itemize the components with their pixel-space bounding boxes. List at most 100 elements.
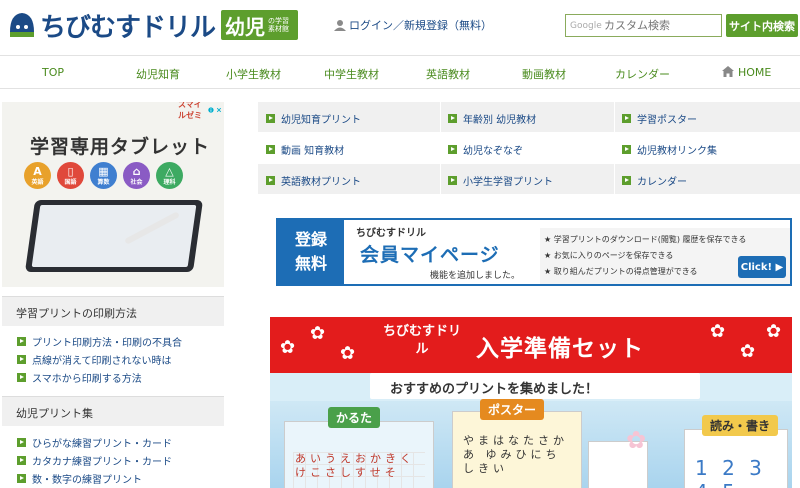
subject-math-label: 算数 <box>97 178 110 186</box>
arrow-icon <box>266 114 275 123</box>
sidebar-link-label: 数・数字の練習プリント <box>32 475 142 486</box>
grid-row: 動画 知育教材 幼児なぞなぞ 幼児教材リンク集 <box>258 133 800 163</box>
sidebar-link-print-method[interactable]: プリント印刷方法・印刷の不具合 <box>17 334 182 349</box>
sakura-icon: ✿ <box>280 337 296 358</box>
numbers-preview: 1 2 3 4 5 <box>695 456 766 488</box>
infant-print-section: 幼児プリント集 <box>2 396 224 426</box>
sakura-icon: ✿ <box>766 321 782 342</box>
grid-divider <box>440 102 441 194</box>
grid-link[interactable]: 英語教材プリント <box>266 173 361 188</box>
grid-link[interactable]: 学習ポスター <box>622 111 697 126</box>
grid-link-label: カレンダー <box>637 177 687 188</box>
subject-social-label: 社会 <box>130 178 143 186</box>
home-icon <box>722 66 734 77</box>
arrow-icon <box>17 373 26 382</box>
tag-reading-writing: 読み・書き <box>702 415 779 436</box>
sidebar-link-label: ひらがな練習プリント・カード <box>32 439 172 450</box>
banner-subtitle: おすすめのプリントを集めました！ <box>390 382 599 397</box>
arrow-icon <box>17 456 26 465</box>
subject-english-label: 英語 <box>31 178 44 186</box>
header: ちびむすドリル 幼児 の学習素材館 ログイン／新規登録（無料） Google サ… <box>0 0 800 50</box>
site-search-button[interactable]: サイト内検索 <box>726 14 798 37</box>
grid-link-label: 動画 知育教材 <box>281 146 345 157</box>
arrow-icon <box>17 474 26 483</box>
sidebar-link-label: カタカナ練習プリント・カード <box>32 457 172 468</box>
arrow-icon <box>266 145 275 154</box>
nav-item-junior-high[interactable]: 中学生教材 <box>324 66 379 82</box>
arrow-icon <box>17 355 26 364</box>
nav-item-infant[interactable]: 幼児知育 <box>136 66 180 82</box>
arrow-icon <box>622 114 631 123</box>
subject-social: ⌂ 社会 <box>123 162 150 189</box>
sidebar-link-hiragana[interactable]: ひらがな練習プリント・カード <box>17 435 172 450</box>
free-registration-text: 登録無料 <box>294 230 327 273</box>
sidebar-link-label: スマホから印刷する方法 <box>32 374 142 385</box>
arrow-icon <box>17 337 26 346</box>
banner-brand-text: ちびむすドリル <box>382 324 461 357</box>
grid-link[interactable]: 年齢別 幼児教材 <box>448 111 536 126</box>
member-feature: ★ 取り組んだプリントの得点管理ができる <box>544 267 698 276</box>
site-logo[interactable]: ちびむすドリル 幼児 の学習素材館 <box>6 8 299 43</box>
sidebar-link-label: 点線が消えて印刷されない時は <box>32 356 172 367</box>
arrow-icon <box>17 438 26 447</box>
sidebar-link-katakana[interactable]: カタカナ練習プリント・カード <box>17 453 172 468</box>
nav-item-elementary[interactable]: 小学生教材 <box>226 66 281 82</box>
grid-link[interactable]: カレンダー <box>622 173 687 188</box>
nav-home-label: HOME <box>738 66 772 79</box>
sidebar-link-smartphone[interactable]: スマホから印刷する方法 <box>17 370 142 385</box>
member-feature: ★ 学習プリントのダウンロード(閲覧) 履歴を保存できる <box>544 235 747 244</box>
category-link-grid: 幼児知育プリント 年齢別 幼児教材 学習ポスター 動画 知育教材 幼児なぞなぞ … <box>258 102 800 194</box>
tablet-ad[interactable]: スマイルゼミ 学習専用タブレット A 英語 ▯ 国語 ▦ 算数 ⌂ 社会 △ 理科 <box>2 102 224 287</box>
nav-item-home[interactable]: HOME <box>722 66 771 79</box>
login-text: ログイン／新規登録（無料） <box>349 19 492 32</box>
arrow-icon <box>448 114 457 123</box>
grid-link-label: 幼児なぞなぞ <box>463 146 523 157</box>
search-field[interactable]: Google <box>565 14 722 37</box>
sidebar-link-dotted-lines[interactable]: 点線が消えて印刷されない時は <box>17 352 172 367</box>
nav-item-english[interactable]: 英語教材 <box>426 66 470 82</box>
mascot-logo-icon <box>10 13 34 37</box>
school-prep-banner[interactable]: ✿ ✿ ✿ ✿ ✿ ✿ ちびむすドリル 入学準備セット おすすめのプリントを集め… <box>270 317 792 488</box>
grid-link[interactable]: 幼児なぞなぞ <box>448 142 523 157</box>
member-feature: ★ お気に入りのページを保存できる <box>544 251 674 260</box>
grid-link-label: 年齢別 幼児教材 <box>463 115 537 126</box>
grid-link-label: 学習ポスター <box>637 115 697 126</box>
nav-item-calendar[interactable]: カレンダー <box>615 66 670 82</box>
ad-title: 学習専用タブレット <box>30 136 211 158</box>
karuta-card: あいうえおかきくけこさしすせそ <box>284 421 434 488</box>
logo-badge-sub: の学習素材館 <box>268 17 290 33</box>
subject-science-glyph: △ <box>165 164 174 178</box>
grid-link[interactable]: 幼児知育プリント <box>266 111 361 126</box>
grid-link[interactable]: 小学生学習プリント <box>448 173 553 188</box>
banner-preview-area: あいうえおかきくけこさしすせそ かるた やまはなたさかあ ゆみひにちしきい ポス… <box>270 399 792 488</box>
grid-link[interactable]: 動画 知育教材 <box>266 142 344 157</box>
sakura-icon: ✿ <box>340 343 356 364</box>
login-link[interactable]: ログイン／新規登録（無料） <box>334 17 492 33</box>
search-input[interactable] <box>604 19 714 32</box>
search-brand: Google <box>570 20 602 31</box>
arrow-icon <box>622 145 631 154</box>
member-title-block: ちびむすドリル 会員マイページ 機能を追加しました。 <box>348 220 536 284</box>
ad-info-icon[interactable] <box>208 105 214 115</box>
sakura-icon: ✿ <box>310 323 326 344</box>
grid-row: 幼児知育プリント 年齢別 幼児教材 学習ポスター <box>258 102 800 132</box>
infant-print-title: 幼児プリント集 <box>16 407 93 420</box>
print-howto-title: 学習プリントの印刷方法 <box>16 307 137 320</box>
user-icon <box>334 20 346 31</box>
subject-japanese: ▯ 国語 <box>57 162 84 189</box>
sakura-icon: ✿ <box>710 321 726 342</box>
nav-item-top[interactable]: TOP <box>42 66 64 79</box>
nav-item-video[interactable]: 動画教材 <box>522 66 566 82</box>
free-registration-label: 登録無料 <box>278 220 344 284</box>
member-click-button[interactable]: Click! ▶ <box>738 256 786 278</box>
sidebar-link-numbers[interactable]: 数・数字の練習プリント <box>17 471 142 486</box>
ad-close-icon[interactable] <box>216 105 222 115</box>
subject-english: A 英語 <box>24 162 51 189</box>
grid-link[interactable]: 幼児教材リンク集 <box>622 142 717 157</box>
subject-science: △ 理科 <box>156 162 183 189</box>
logo-badge: 幼児 の学習素材館 <box>221 10 299 40</box>
member-page-banner[interactable]: 登録無料 ちびむすドリル 会員マイページ 機能を追加しました。 ★ 学習プリント… <box>276 218 792 286</box>
subject-social-glyph: ⌂ <box>132 164 141 178</box>
sidebar-link-label: プリント印刷方法・印刷の不具合 <box>32 338 182 349</box>
sakura-icon: ✿ <box>740 341 756 362</box>
